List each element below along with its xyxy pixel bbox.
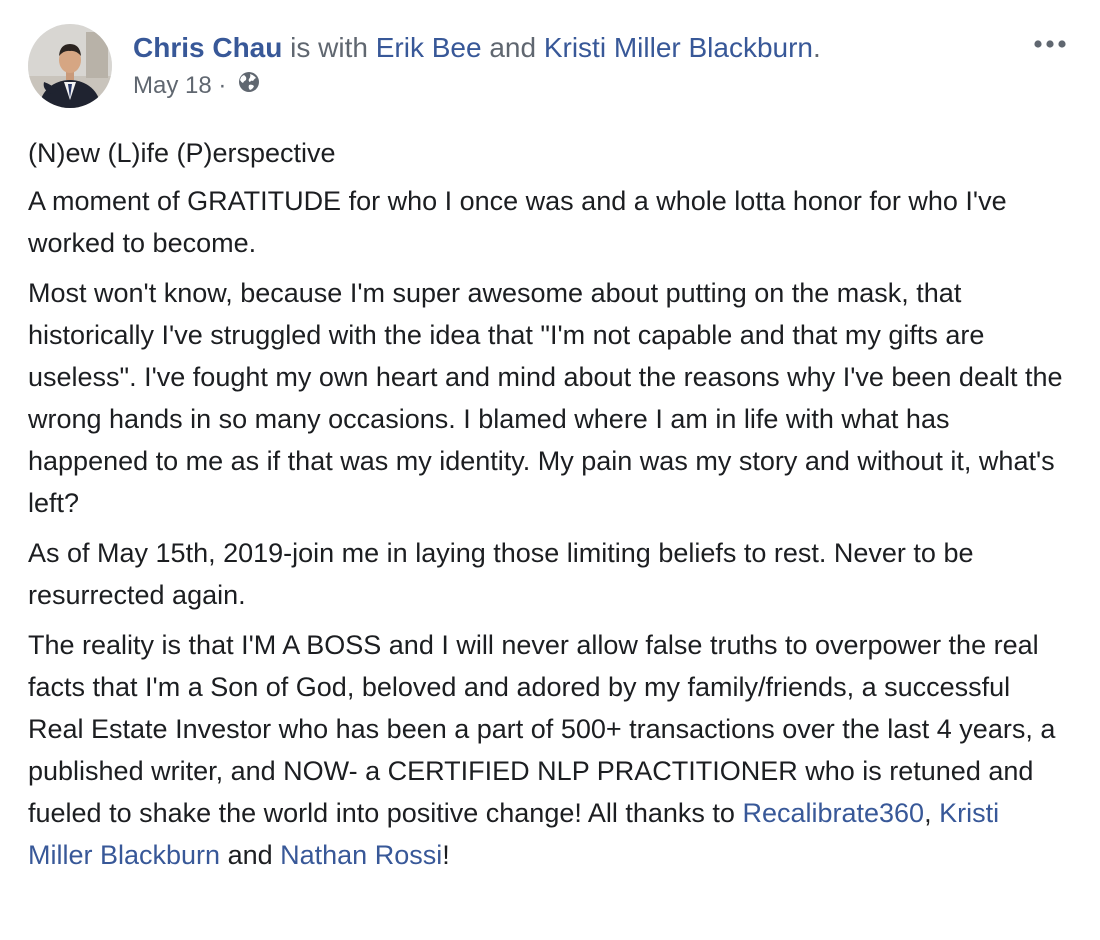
paragraph-5-separator: ,: [924, 798, 940, 828]
nathan-rossi-link[interactable]: Nathan Rossi: [280, 840, 442, 870]
recalibrate360-link[interactable]: Recalibrate360: [742, 798, 924, 828]
post-header-text: Chris Chau is with Erik Bee and Kristi M…: [133, 30, 1013, 102]
more-options-button[interactable]: [1028, 30, 1072, 58]
globe-icon[interactable]: [237, 70, 261, 102]
post-paragraph-3: Most won't know, because I'm super aweso…: [28, 278, 1063, 518]
post-meta: May 18 ·: [133, 70, 1013, 102]
post-paragraph-4: As of May 15th, 2019-join me in laying t…: [28, 538, 974, 610]
author-name-link[interactable]: Chris Chau: [133, 32, 282, 63]
paragraph-5-and: and: [220, 840, 281, 870]
post-header: Chris Chau is with Erik Bee and Kristi M…: [28, 24, 1072, 114]
paragraph-5-end: !: [442, 840, 450, 870]
post-paragraph-1: (N)ew (L)ife (P)erspective: [28, 138, 336, 168]
post-date-link[interactable]: May 18: [133, 72, 212, 99]
avatar[interactable]: [28, 24, 112, 108]
more-horizontal-icon: [1034, 40, 1066, 48]
tagged-friend-link-1[interactable]: Erik Bee: [376, 32, 482, 63]
post-title-line: Chris Chau is with Erik Bee and Kristi M…: [133, 30, 1013, 66]
post-paragraph-2: A moment of GRATITUDE for who I once was…: [28, 186, 1007, 258]
tagged-friend-link-2[interactable]: Kristi Miller Blackburn: [544, 32, 813, 63]
and-text: and: [481, 32, 544, 63]
meta-separator: ·: [211, 72, 234, 99]
post-body: (N)ew (L)ife (P)erspective A moment of G…: [28, 132, 1068, 884]
profile-photo-icon: [28, 24, 112, 108]
with-text: is with: [282, 32, 376, 63]
post-card: Chris Chau is with Erik Bee and Kristi M…: [0, 0, 1100, 940]
post-paragraph-5: The reality is that I'M A BOSS and I wil…: [28, 624, 1068, 876]
title-period: .: [813, 32, 821, 63]
